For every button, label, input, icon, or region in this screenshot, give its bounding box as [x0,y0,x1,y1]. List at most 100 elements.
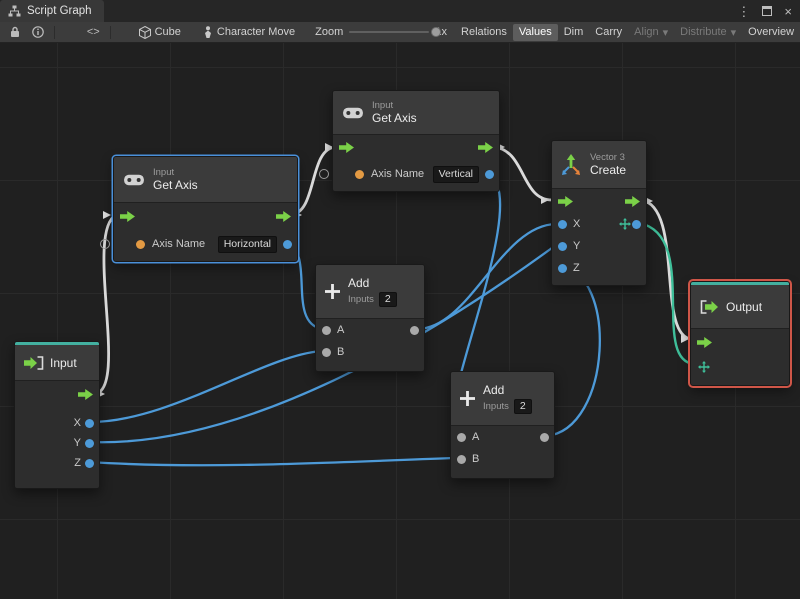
value-output-port[interactable] [485,169,494,179]
overview-button[interactable]: Overview [742,24,800,41]
vector-move-icon [619,218,631,230]
axis-name-field[interactable]: Vertical [432,165,479,183]
values-toggle[interactable]: Values [512,23,558,41]
node-title: Get Axis [372,111,417,125]
node-title: Get Axis [153,178,198,192]
control-input-port[interactable] [558,196,573,207]
vector3-icon [560,154,582,176]
node-header[interactable]: Input [15,345,99,381]
input-port-a[interactable] [457,432,466,442]
node-add-1[interactable]: Add Inputs 2 A B [315,264,425,372]
code-view-button[interactable]: <> [81,24,106,41]
port-label: Y [73,437,81,449]
node-header[interactable]: Add Inputs 2 [316,265,424,319]
port-label: Axis Name [152,238,206,250]
control-output-port[interactable] [625,196,640,207]
align-dropdown[interactable]: Align ▾ [628,24,674,41]
value-output-port[interactable] [283,239,292,249]
info-button[interactable] [26,24,50,41]
node-title: Output [726,299,763,314]
gamepad-icon [123,173,145,187]
dim-toggle[interactable]: Dim [558,24,590,41]
chevron-down-icon: ▾ [662,26,669,39]
control-output-port[interactable] [276,211,291,222]
plus-icon [325,284,340,299]
axis-name-port[interactable] [355,169,364,179]
close-icon[interactable]: × [784,5,792,18]
plus-icon [460,391,475,406]
node-subtitle: Input [372,100,394,111]
y-output-port[interactable] [85,438,94,448]
output-icon [700,300,720,314]
port-label: Y [573,240,581,252]
node-input-event[interactable]: Input X Y Z [14,341,100,489]
relations-toggle[interactable]: Relations [455,24,513,41]
inputs-count-field[interactable]: 2 [513,399,532,414]
control-input-port[interactable] [120,211,135,222]
control-output-port[interactable] [78,389,93,400]
node-output-event[interactable]: Output [690,281,790,386]
inputs-label: Inputs [348,294,374,305]
x-output-port[interactable] [85,418,94,428]
vector-output-port[interactable] [632,219,641,229]
node-header[interactable]: Add Inputs 2 [451,372,554,426]
port-label: A [472,431,480,443]
port-label: Z [573,262,580,274]
x-input-port[interactable] [558,219,567,229]
window-menu-icon[interactable]: ⋮ [737,5,750,18]
node-header[interactable]: Input Get Axis [114,157,297,203]
inputs-count-field[interactable]: 2 [378,292,397,307]
vector-input-port[interactable] [698,361,710,373]
port-label: B [472,453,480,465]
node-header[interactable]: Output [691,285,789,329]
node-subtitle: Input [153,167,175,178]
node-get-axis-vertical[interactable]: Input Get Axis Axis Name Vertical [319,90,500,192]
breadcrumb-character-move[interactable]: Character Move [197,24,301,41]
port-label: Z [74,457,81,469]
input-port-a[interactable] [322,325,331,335]
port-label: X [73,417,81,429]
gamepad-icon [342,106,364,120]
chevron-down-icon: ▾ [730,26,737,39]
port-label: A [337,324,345,336]
script-graph-icon [8,5,21,17]
unconnected-port-ring[interactable] [100,239,110,249]
tab-bar: Script Graph ⋮ × [0,0,800,22]
y-input-port[interactable] [558,241,567,251]
control-output-port[interactable] [478,142,493,153]
node-title: Add [348,276,370,290]
tab-script-graph[interactable]: Script Graph [0,0,104,22]
breadcrumb-cube[interactable]: Cube [133,24,187,41]
control-input-port[interactable] [339,142,354,153]
node-get-axis-horizontal[interactable]: Input Get Axis Axis Name Horizontal [100,156,298,262]
node-header[interactable]: Input Get Axis [333,91,499,135]
node-title: Add [483,383,505,397]
unconnected-port-ring[interactable] [319,169,329,179]
toolbar-separator [54,25,55,39]
zoom-slider[interactable] [349,27,442,37]
input-port-b[interactable] [322,347,331,357]
input-port-b[interactable] [457,454,466,464]
node-vector3-create[interactable]: Vector 3 Create X Y Z [551,140,647,286]
z-output-port[interactable] [85,458,94,468]
z-input-port[interactable] [558,263,567,273]
zoom-label: Zoom [315,26,344,38]
sum-output-port[interactable] [410,325,419,335]
maximize-icon[interactable] [762,6,772,16]
distribute-dropdown[interactable]: Distribute ▾ [674,24,742,41]
axis-name-port[interactable] [136,239,145,249]
carry-toggle[interactable]: Carry [589,24,628,41]
script-graph-window: Input Get Axis Axis Name Horizontal Inpu… [0,0,800,599]
input-icon [24,356,44,370]
lock-button[interactable] [4,24,26,41]
node-title: Create [590,163,627,177]
toolbar-separator [109,25,111,39]
inputs-label: Inputs [483,401,509,412]
port-label: B [337,346,345,358]
sum-output-port[interactable] [540,432,549,442]
control-input-port[interactable] [697,337,712,348]
node-add-2[interactable]: Add Inputs 2 A B [450,371,555,479]
axis-name-field[interactable]: Horizontal [217,235,277,253]
node-header[interactable]: Vector 3 Create [552,141,646,189]
node-title: Input [50,355,77,370]
